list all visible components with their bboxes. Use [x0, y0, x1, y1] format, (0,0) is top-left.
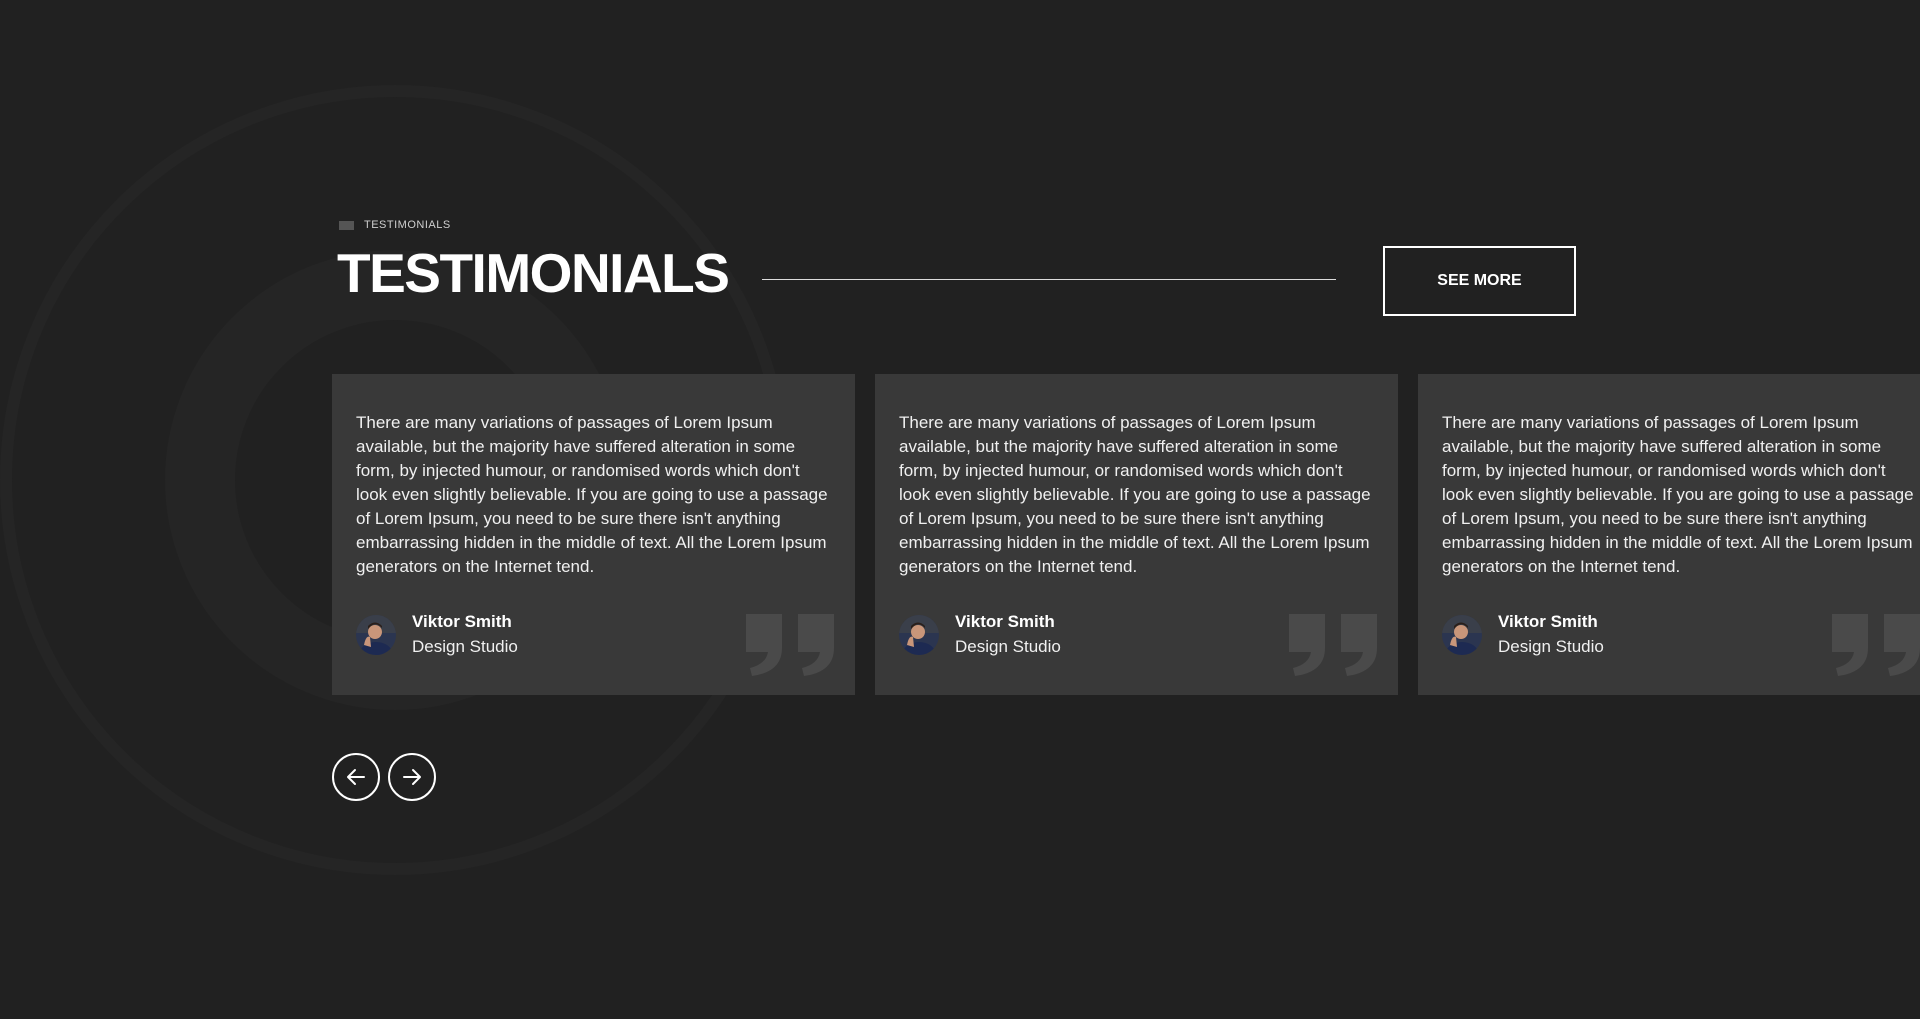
author-role: Design Studio — [955, 637, 1061, 656]
eyebrow-label: TESTIMONIALS — [364, 219, 451, 231]
testimonials-section: TESTIMONIALS TESTIMONIALS SEE MORE There… — [0, 0, 1920, 1019]
see-more-button[interactable]: SEE MORE — [1383, 246, 1576, 316]
author-name: Viktor Smith — [412, 612, 512, 631]
eyebrow-marker — [339, 220, 354, 230]
testimonial-text: There are many variations of passages of… — [899, 413, 1371, 576]
avatar — [356, 615, 396, 655]
avatar — [1442, 615, 1482, 655]
title-divider-line — [762, 279, 1336, 280]
testimonial-author: Viktor Smith Design Studio — [1442, 610, 1604, 660]
quote-mark-icon — [746, 614, 834, 676]
author-name: Viktor Smith — [955, 612, 1055, 631]
quote-mark-icon — [1289, 614, 1377, 676]
arrow-left-icon — [347, 769, 365, 785]
avatar — [899, 615, 939, 655]
quote-mark-icon — [1832, 614, 1920, 676]
section-eyebrow: TESTIMONIALS — [339, 219, 451, 231]
author-role: Design Studio — [1498, 637, 1604, 656]
author-name: Viktor Smith — [1498, 612, 1598, 631]
testimonial-card: There are many variations of passages of… — [1418, 374, 1920, 695]
testimonial-text: There are many variations of passages of… — [356, 413, 828, 576]
author-role: Design Studio — [412, 637, 518, 656]
carousel-next-button[interactable] — [388, 753, 436, 801]
testimonial-author: Viktor Smith Design Studio — [899, 610, 1061, 660]
testimonial-card: There are many variations of passages of… — [875, 374, 1398, 695]
testimonial-author: Viktor Smith Design Studio — [356, 610, 518, 660]
arrow-right-icon — [403, 769, 421, 785]
testimonial-card: There are many variations of passages of… — [332, 374, 855, 695]
testimonial-text: There are many variations of passages of… — [1442, 413, 1914, 576]
section-title: TESTIMONIALS — [337, 242, 730, 304]
carousel-prev-button[interactable] — [332, 753, 380, 801]
